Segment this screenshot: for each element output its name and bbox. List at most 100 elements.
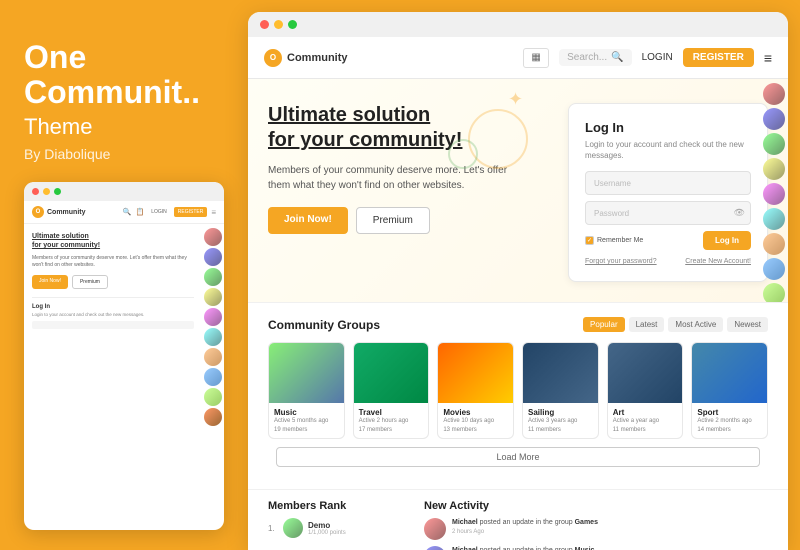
deco-circle-2	[448, 139, 478, 169]
right-avatar-8	[763, 258, 785, 280]
group-info-sailing: Sailing Active 3 years ago11 members	[523, 403, 598, 438]
hamburger-icon[interactable]: ≡	[764, 50, 772, 66]
logo-text: Community	[287, 52, 348, 64]
search-icon: 🔍	[611, 52, 623, 63]
group-img-art	[608, 343, 683, 403]
tab-latest[interactable]: Latest	[629, 317, 665, 332]
load-more-section: Load More	[268, 439, 768, 475]
group-name-art: Art	[613, 408, 678, 417]
new-activity-title: New Activity	[424, 500, 768, 512]
group-info-art: Art Active a year ago11 members	[608, 403, 683, 438]
group-card-sailing: Sailing Active 3 years ago11 members	[522, 342, 599, 439]
group-img-sport	[692, 343, 767, 403]
mini-browser-preview: O Community 🔍 📋 LOGIN REGISTER ≡ Ultimat…	[24, 182, 224, 530]
logo-circle: O	[264, 49, 282, 67]
new-activity-section: New Activity Michael posted an update in…	[424, 500, 768, 550]
login-links: Forgot your password? Create New Account…	[585, 258, 751, 265]
mini-logo-circle: O	[32, 206, 44, 218]
load-more-button[interactable]: Load More	[276, 447, 760, 467]
activity-avatar-1	[424, 518, 446, 540]
activity-time-1: 2 hours Ago	[452, 528, 598, 536]
right-avatar-7	[763, 233, 785, 255]
password-input[interactable]: Password	[585, 201, 751, 225]
mini-username-field[interactable]	[32, 321, 194, 329]
close-dot[interactable]	[260, 20, 269, 29]
group-meta-sailing: Active 3 years ago11 members	[528, 417, 593, 434]
mini-avatar-7	[204, 348, 222, 366]
mini-avatar-10	[204, 408, 222, 426]
deco-star-1: ✦	[508, 89, 523, 110]
mini-avatar-5	[204, 308, 222, 326]
login-card: Log In Login to your account and check o…	[568, 103, 768, 282]
hero-buttons: Join Now! Premium	[268, 207, 548, 234]
group-name-travel: Travel	[359, 408, 424, 417]
login-submit-button[interactable]: Log In	[703, 231, 751, 250]
mini-login-title: Log In	[32, 304, 194, 310]
group-name-movies: Movies	[443, 408, 508, 417]
login-card-subtitle: Login to your account and check out the …	[585, 139, 751, 161]
group-meta-art: Active a year ago11 members	[613, 417, 678, 434]
main-browser: O Community ▦ Search... 🔍 LOGIN REGISTER…	[248, 12, 788, 550]
tab-newest[interactable]: Newest	[727, 317, 768, 332]
groups-grid: Music Active 5 months ago19 members Trav…	[268, 342, 768, 439]
groups-section-title: Community Groups	[268, 318, 380, 332]
groups-section-header: Community Groups Popular Latest Most Act…	[268, 317, 768, 332]
activity-item-2: Michael posted an update in the group Mu…	[424, 546, 768, 550]
login-card-title: Log In	[585, 120, 751, 135]
mini-nav-right: 🔍 📋 LOGIN REGISTER ≡	[123, 207, 216, 217]
rank-info-1: Demo 1/1,000 points	[308, 521, 346, 536]
join-now-button[interactable]: Join Now!	[268, 207, 348, 234]
mini-login: LOGIN	[148, 208, 170, 216]
hero-description: Members of your community deserve more. …	[268, 163, 508, 193]
brand-theme: Theme	[24, 114, 224, 140]
mini-sidebar-avatars	[202, 224, 224, 430]
remember-left: ✓ Remember Me	[585, 236, 643, 245]
mini-avatar-3	[204, 268, 222, 286]
right-avatar-2	[763, 108, 785, 130]
community-groups-section: Community Groups Popular Latest Most Act…	[248, 302, 788, 489]
group-meta-travel: Active 2 hours ago17 members	[359, 417, 424, 434]
mini-browser-bar	[24, 182, 224, 201]
mini-min-dot	[43, 188, 50, 195]
brand-title: One Communit..	[24, 40, 224, 110]
mini-avatar-6	[204, 328, 222, 346]
username-input[interactable]: Username	[585, 171, 751, 195]
group-meta-movies: Active 10 days ago13 members	[443, 417, 508, 434]
mini-hero-buttons: Join Now! Premium	[32, 275, 194, 289]
members-rank-title: Members Rank	[268, 500, 408, 512]
remember-checkbox[interactable]: ✓	[585, 236, 594, 245]
maximize-dot[interactable]	[288, 20, 297, 29]
group-meta-sport: Active 2 months ago14 members	[697, 417, 762, 434]
hero-section: ✦ Ultimate solution for your community! …	[248, 79, 788, 302]
right-avatar-5	[763, 183, 785, 205]
browser-chrome-bar	[248, 12, 788, 37]
mini-hero-desc: Members of your community deserve more. …	[32, 255, 194, 269]
search-box[interactable]: Search... 🔍	[559, 49, 631, 66]
right-avatar-6	[763, 208, 785, 230]
tab-popular[interactable]: Popular	[583, 317, 625, 332]
nav-register-button[interactable]: REGISTER	[683, 48, 754, 67]
mini-nav: O Community 🔍 📋 LOGIN REGISTER ≡	[24, 201, 224, 224]
activity-user-1: Michael	[452, 519, 478, 526]
grid-icon[interactable]: ▦	[523, 48, 549, 68]
tab-most-active[interactable]: Most Active	[668, 317, 723, 332]
premium-button[interactable]: Premium	[356, 207, 430, 234]
group-card-music: Music Active 5 months ago19 members	[268, 342, 345, 439]
right-side-avatars	[760, 79, 788, 302]
group-img-movies	[438, 343, 513, 403]
forgot-password-link[interactable]: Forgot your password?	[585, 258, 657, 265]
minimize-dot[interactable]	[274, 20, 283, 29]
mini-avatar-1	[204, 228, 222, 246]
groups-tabs: Popular Latest Most Active Newest	[583, 317, 768, 332]
mini-premium-btn[interactable]: Premium	[72, 275, 108, 289]
group-name-music: Music	[274, 408, 339, 417]
nav-login-link[interactable]: LOGIN	[642, 52, 673, 63]
create-account-link[interactable]: Create New Account!	[685, 258, 751, 265]
brand-block: One Communit.. Theme By Diabolique	[24, 40, 224, 162]
members-rank-section: Members Rank 1. Demo 1/1,000 points	[268, 500, 408, 550]
group-meta-music: Active 5 months ago19 members	[274, 417, 339, 434]
group-img-travel	[354, 343, 429, 403]
activity-text-1: Michael posted an update in the group Ga…	[452, 518, 598, 540]
mini-join-btn[interactable]: Join Now!	[32, 275, 68, 289]
activity-avatar-2	[424, 546, 446, 550]
